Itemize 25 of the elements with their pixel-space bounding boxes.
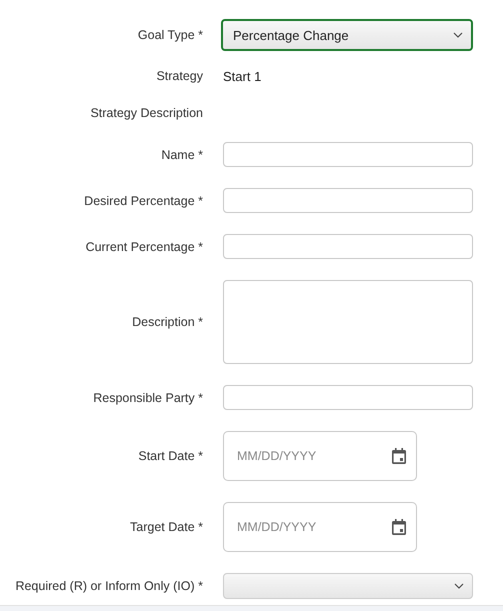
date-field[interactable]: MM/DD/YYYY xyxy=(223,431,417,481)
field-label: Target Date * xyxy=(130,520,203,534)
chevron-down-icon xyxy=(453,32,463,38)
field-label: Strategy Description xyxy=(90,106,203,120)
field-label: Current Percentage * xyxy=(86,240,203,254)
input-field[interactable] xyxy=(223,385,473,410)
text-area[interactable] xyxy=(223,280,473,364)
input-field[interactable] xyxy=(223,234,473,259)
dropdown[interactable] xyxy=(223,573,473,599)
field-label: Description * xyxy=(132,315,203,329)
input-field[interactable] xyxy=(223,142,473,167)
field-label: Name * xyxy=(161,148,203,162)
field-label: Desired Percentage * xyxy=(84,194,203,208)
field-label: Responsible Party * xyxy=(93,390,203,404)
input-field[interactable] xyxy=(223,188,473,213)
field-label: Goal Type * xyxy=(138,28,203,42)
date-field[interactable]: MM/DD/YYYY xyxy=(223,502,417,552)
field-label: Strategy xyxy=(156,69,203,83)
field-label: Start Date * xyxy=(138,449,203,463)
dropdown[interactable]: Percentage Change xyxy=(221,19,473,51)
field-label: Required (R) or Inform Only (IO) * xyxy=(15,579,203,593)
chevron-down-icon xyxy=(454,583,464,589)
calendar-icon[interactable] xyxy=(392,519,406,535)
calendar-icon[interactable] xyxy=(392,448,406,464)
field-value: Start 1 xyxy=(223,68,262,84)
